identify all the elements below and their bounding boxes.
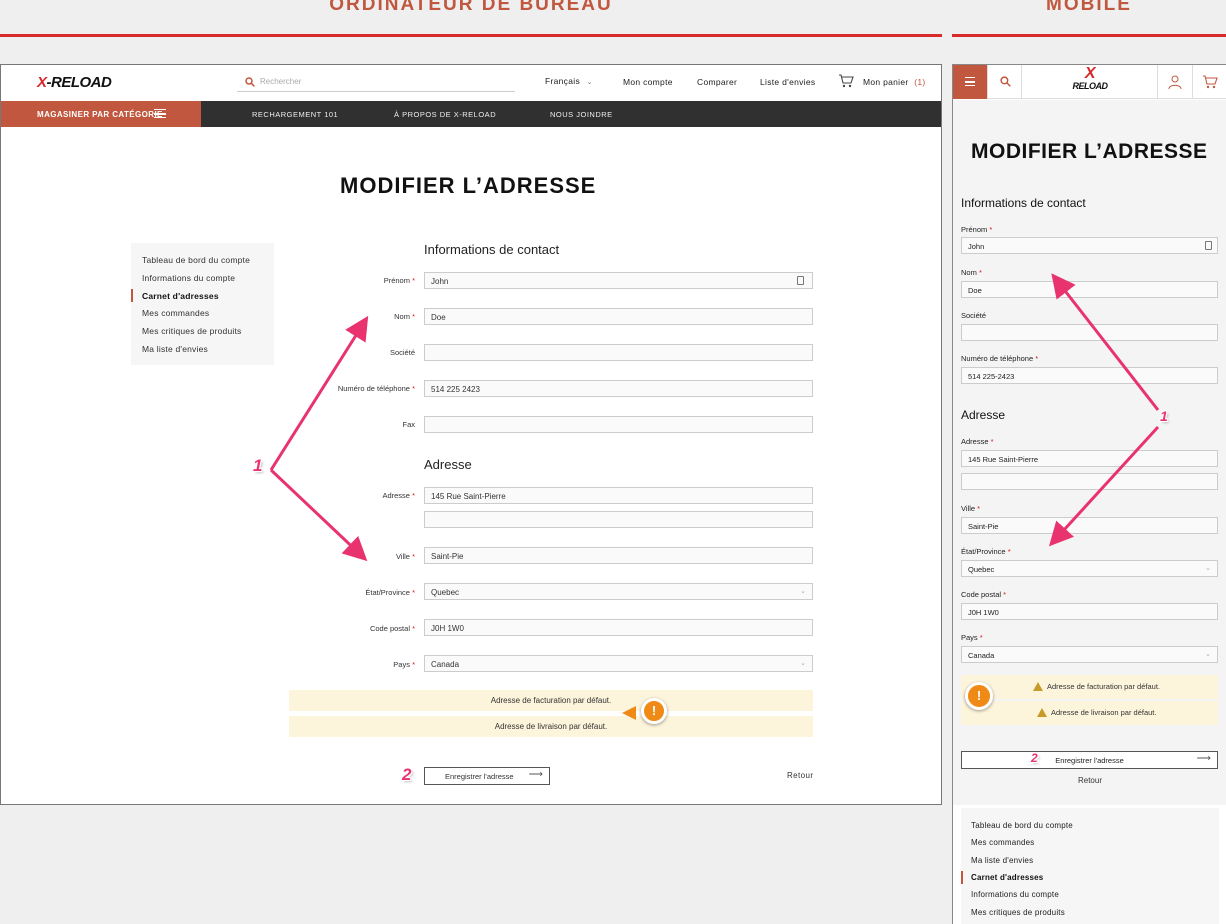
annotation-arrow-up xyxy=(1051,273,1160,411)
desktop-section-divider xyxy=(0,34,942,37)
annotation-arrow-down xyxy=(269,468,368,562)
mobile-section-divider xyxy=(952,34,1226,37)
mobile-frame: X RELOAD MODIFIER L’ADRESSE Informations… xyxy=(952,64,1226,924)
annotation-one: 1 xyxy=(1160,408,1168,424)
annotation-arrows-mobile xyxy=(1048,273,1160,547)
annotation-two: 2 xyxy=(1031,751,1038,765)
desktop-section-title: ORDINATEUR DE BUREAU xyxy=(329,0,613,15)
annotation-arrows xyxy=(269,315,369,562)
annotation-two: 2 xyxy=(402,765,412,784)
annotation-one: 1 xyxy=(253,456,263,475)
mobile-section-title: MOBILE xyxy=(1046,0,1132,15)
annotation-arrow-up xyxy=(269,315,369,471)
annotation-arrow-down xyxy=(1048,425,1160,547)
desktop-frame: X-RELOAD Rechercher Français ⌄ Mon compt… xyxy=(0,64,942,805)
